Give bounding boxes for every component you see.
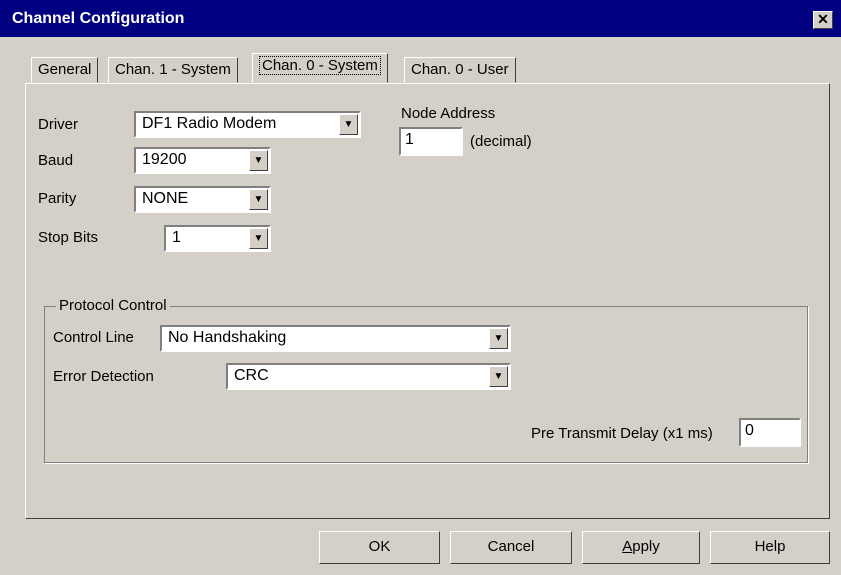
control-line-select[interactable]: No Handshaking ▼ bbox=[160, 325, 511, 352]
driver-select[interactable]: DF1 Radio Modem ▼ bbox=[134, 111, 361, 138]
stop-bits-value: 1 bbox=[172, 229, 181, 246]
node-address-unit: (decimal) bbox=[470, 133, 532, 150]
error-detection-label: Error Detection bbox=[53, 368, 154, 385]
help-label: Help bbox=[754, 538, 786, 555]
protocol-control-legend: Protocol Control bbox=[56, 297, 170, 314]
tab-chan-0-system[interactable]: Chan. 0 - System bbox=[252, 53, 388, 83]
error-detection-value: CRC bbox=[234, 367, 269, 384]
parity-select[interactable]: NONE ▼ bbox=[134, 186, 271, 213]
control-line-label: Control Line bbox=[53, 329, 134, 346]
stop-bits-select[interactable]: 1 ▼ bbox=[164, 225, 271, 252]
parity-label: Parity bbox=[38, 190, 77, 207]
close-icon: ✕ bbox=[817, 11, 829, 27]
apply-button[interactable]: Apply bbox=[582, 531, 700, 564]
tab-general[interactable]: General bbox=[31, 57, 99, 83]
parity-value: NONE bbox=[142, 190, 189, 207]
pre-transmit-delay-input[interactable]: 0 bbox=[739, 418, 801, 447]
tab-label: Chan. 0 - System bbox=[259, 56, 381, 75]
cancel-button[interactable]: Cancel bbox=[450, 531, 572, 564]
pre-transmit-delay-value: 0 bbox=[745, 422, 754, 439]
baud-label: Baud bbox=[38, 152, 74, 169]
chevron-down-icon[interactable]: ▼ bbox=[249, 189, 268, 210]
driver-value: DF1 Radio Modem bbox=[142, 115, 277, 132]
title-bar: Channel Configuration bbox=[0, 0, 841, 37]
tab-chan-1-system[interactable]: Chan. 1 - System bbox=[108, 57, 238, 83]
ok-label: OK bbox=[368, 538, 391, 555]
tab-label: Chan. 0 - User bbox=[411, 61, 509, 78]
close-button[interactable]: ✕ bbox=[813, 11, 833, 29]
apply-label: Apply bbox=[622, 538, 660, 555]
apply-label-rest: pply bbox=[632, 538, 660, 555]
help-button[interactable]: Help bbox=[710, 531, 830, 564]
stop-bits-label: Stop Bits bbox=[38, 229, 99, 246]
tab-chan-0-user[interactable]: Chan. 0 - User bbox=[404, 57, 516, 83]
node-address-label: Node Address bbox=[401, 105, 496, 122]
baud-value: 19200 bbox=[142, 151, 187, 168]
chevron-down-icon[interactable]: ▼ bbox=[339, 114, 358, 135]
node-address-input[interactable]: 1 bbox=[399, 127, 463, 156]
apply-mnemonic: A bbox=[622, 538, 633, 555]
node-address-value: 1 bbox=[405, 131, 414, 148]
tab-label: Chan. 1 - System bbox=[115, 61, 231, 78]
driver-label: Driver bbox=[38, 116, 78, 133]
cancel-label: Cancel bbox=[487, 538, 535, 555]
error-detection-select[interactable]: CRC ▼ bbox=[226, 363, 511, 390]
tab-label: General bbox=[38, 61, 92, 78]
window-title: Channel Configuration bbox=[12, 10, 185, 27]
chevron-down-icon[interactable]: ▼ bbox=[489, 366, 508, 387]
baud-select[interactable]: 19200 ▼ bbox=[134, 147, 271, 174]
control-line-value: No Handshaking bbox=[168, 329, 287, 346]
chevron-down-icon[interactable]: ▼ bbox=[249, 228, 268, 249]
chevron-down-icon[interactable]: ▼ bbox=[249, 150, 268, 171]
chevron-down-icon[interactable]: ▼ bbox=[489, 328, 508, 349]
ok-button[interactable]: OK bbox=[319, 531, 440, 564]
pre-transmit-delay-label: Pre Transmit Delay (x1 ms) bbox=[531, 425, 713, 442]
